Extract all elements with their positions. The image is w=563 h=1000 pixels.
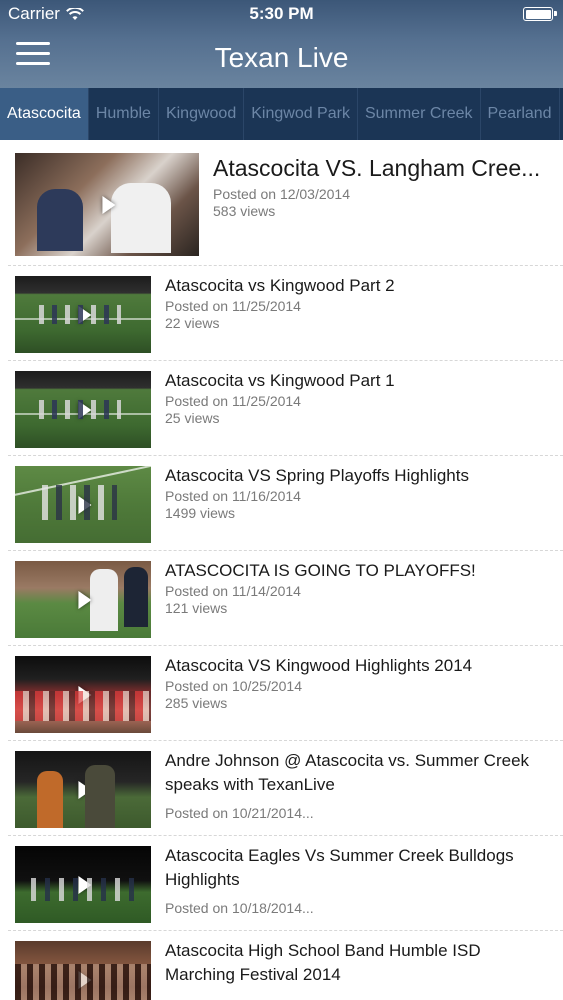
tab-pearland[interactable]: Pearland — [481, 88, 560, 140]
tab-summer-creek[interactable]: Summer Creek — [358, 88, 481, 140]
video-item[interactable]: ATASCOCITA IS GOING TO PLAYOFFS! Posted … — [8, 551, 563, 646]
video-views: 25 views — [165, 410, 220, 426]
video-item-featured[interactable]: Atascocita VS. Langham Cree... Posted on… — [8, 140, 563, 266]
video-thumbnail[interactable] — [15, 371, 151, 448]
status-time: 5:30 PM — [249, 4, 314, 23]
tab-humble[interactable]: Humble — [89, 88, 159, 140]
video-item[interactable]: Andre Johnson @ Atascocita vs. Summer Cr… — [8, 741, 563, 836]
video-meta: Andre Johnson @ Atascocita vs. Summer Cr… — [151, 741, 555, 835]
video-meta: Atascocita VS. Langham Cree... Posted on… — [199, 140, 555, 265]
video-views: 583 views — [213, 203, 276, 219]
tab-atascocita[interactable]: Atascocita — [0, 88, 89, 140]
video-date: Posted on 10/25/2014 — [165, 678, 303, 694]
video-item[interactable]: Atascocita vs Kingwood Part 1 Posted on … — [8, 361, 563, 456]
video-thumbnail[interactable] — [15, 846, 151, 923]
video-item[interactable]: Atascocita High School Band Humble ISD M… — [8, 931, 563, 1000]
play-icon — [78, 970, 92, 989]
video-thumbnail[interactable] — [15, 153, 199, 256]
video-title: Atascocita VS Kingwood Highlights 2014 — [165, 656, 473, 675]
video-title: Atascocita Eagles Vs Summer Creek Bulldo… — [165, 846, 514, 889]
video-views: 22 views — [165, 315, 220, 331]
video-date: Posted on 11/16/2014 — [165, 488, 301, 504]
video-date: Posted on 11/14/2014 — [165, 583, 301, 599]
play-icon — [78, 305, 92, 324]
video-meta: Atascocita High School Band Humble ISD M… — [151, 931, 555, 1000]
video-title: Andre Johnson @ Atascocita vs. Summer Cr… — [165, 751, 530, 794]
video-item[interactable]: Atascocita VS Spring Playoffs Highlights… — [8, 456, 563, 551]
video-views: 121 views — [165, 600, 228, 616]
video-thumbnail[interactable] — [15, 751, 151, 828]
play-icon — [102, 195, 116, 214]
battery-icon — [523, 7, 557, 21]
video-item[interactable]: Atascocita VS Kingwood Highlights 2014 P… — [8, 646, 563, 741]
video-meta: ATASCOCITA IS GOING TO PLAYOFFS! Posted … — [151, 551, 555, 645]
play-icon — [78, 875, 92, 894]
video-thumbnail[interactable] — [15, 561, 151, 638]
page-title: Texan Live — [214, 42, 349, 73]
video-title: Atascocita High School Band Humble ISD M… — [165, 941, 481, 984]
video-title: ATASCOCITA IS GOING TO PLAYOFFS! — [165, 561, 476, 580]
video-date: Posted on 11/25/2014 — [165, 393, 301, 409]
video-thumbnail[interactable] — [15, 656, 151, 733]
video-thumbnail[interactable] — [15, 941, 151, 1000]
video-list: Atascocita VS. Langham Cree... Posted on… — [0, 140, 563, 1000]
video-views: 285 views — [165, 695, 228, 711]
tab-kingwood[interactable]: Kingwood — [159, 88, 245, 140]
video-title: Atascocita VS Spring Playoffs Highlights — [165, 466, 469, 485]
video-item[interactable]: Atascocita Eagles Vs Summer Creek Bulldo… — [8, 836, 563, 931]
video-meta: Atascocita Eagles Vs Summer Creek Bulldo… — [151, 836, 555, 930]
play-icon — [78, 685, 92, 704]
top-bar: Carrier 5:30 PM Texan Live — [0, 0, 563, 88]
video-date: Posted on 11/25/2014 — [165, 298, 301, 314]
video-item[interactable]: Atascocita vs Kingwood Part 2 Posted on … — [8, 266, 563, 361]
video-thumbnail[interactable] — [15, 466, 151, 543]
play-icon — [78, 495, 92, 514]
video-date: Posted on 10/18/2014... — [165, 900, 314, 916]
video-title: Atascocita vs Kingwood Part 1 — [165, 371, 395, 390]
play-icon — [78, 400, 92, 419]
video-meta: Atascocita VS Kingwood Highlights 2014 P… — [151, 646, 555, 740]
video-meta: Atascocita vs Kingwood Part 2 Posted on … — [151, 266, 555, 360]
video-thumbnail[interactable] — [15, 276, 151, 353]
school-tab-bar: Atascocita Humble Kingwood Kingwod Park … — [0, 88, 563, 140]
tab-kingwod-park[interactable]: Kingwod Park — [244, 88, 358, 140]
status-bar: Carrier 5:30 PM — [0, 0, 563, 28]
video-meta: Atascocita vs Kingwood Part 1 Posted on … — [151, 361, 555, 455]
play-icon — [78, 590, 92, 609]
video-date: Posted on 12/03/2014 — [213, 186, 351, 202]
video-date: Posted on 10/21/2014... — [165, 805, 314, 821]
video-title: Atascocita VS. Langham Cree... — [213, 155, 541, 181]
play-icon — [78, 780, 92, 799]
video-views: 1499 views — [165, 505, 236, 521]
video-meta: Atascocita VS Spring Playoffs Highlights… — [151, 456, 555, 550]
video-title: Atascocita vs Kingwood Part 2 — [165, 276, 395, 295]
